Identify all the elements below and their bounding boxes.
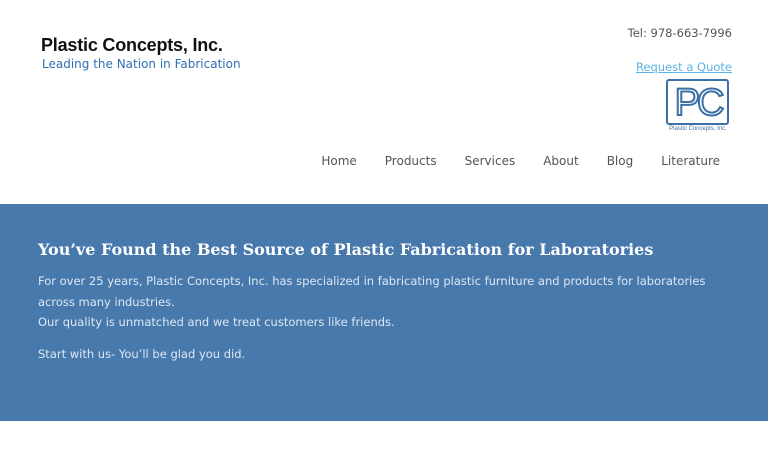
- phone-number: Tel: 978-663-7996: [627, 26, 732, 40]
- nav-item-home[interactable]: Home: [321, 154, 356, 168]
- main-nav: Home Products Services About Blog Litera…: [293, 154, 720, 168]
- svg-text:PC: PC: [674, 82, 722, 122]
- hero-cta-text: Start with us- You’ll be glad you did.: [38, 347, 246, 361]
- hero-paragraph: For over 25 years, Plastic Concepts, Inc…: [38, 274, 706, 309]
- hero-paragraph: Our quality is unmatched and we treat cu…: [38, 315, 395, 329]
- site-header: Plastic Concepts, Inc. Leading the Natio…: [0, 0, 768, 204]
- page: Plastic Concepts, Inc. Leading the Natio…: [0, 0, 768, 460]
- logo-letters-icon: PC: [673, 82, 725, 122]
- request-quote-link[interactable]: Request a Quote: [636, 60, 732, 74]
- hero-body: For over 25 years, Plastic Concepts, Inc…: [38, 271, 728, 333]
- hero-heading: You’ve Found the Best Source of Plastic …: [38, 240, 654, 259]
- nav-item-blog[interactable]: Blog: [607, 154, 634, 168]
- brand-name[interactable]: Plastic Concepts, Inc.: [41, 35, 223, 56]
- nav-item-literature[interactable]: Literature: [661, 154, 720, 168]
- brand-tagline: Leading the Nation in Fabrication: [42, 57, 241, 71]
- company-logo[interactable]: PC Plastic Concepts, Inc.: [664, 79, 732, 135]
- nav-item-services[interactable]: Services: [465, 154, 516, 168]
- logo-caption: Plastic Concepts, Inc.: [669, 126, 727, 132]
- nav-item-about[interactable]: About: [543, 154, 578, 168]
- nav-item-products[interactable]: Products: [385, 154, 437, 168]
- logo-mark: PC: [666, 79, 729, 125]
- hero-banner: You’ve Found the Best Source of Plastic …: [0, 204, 768, 421]
